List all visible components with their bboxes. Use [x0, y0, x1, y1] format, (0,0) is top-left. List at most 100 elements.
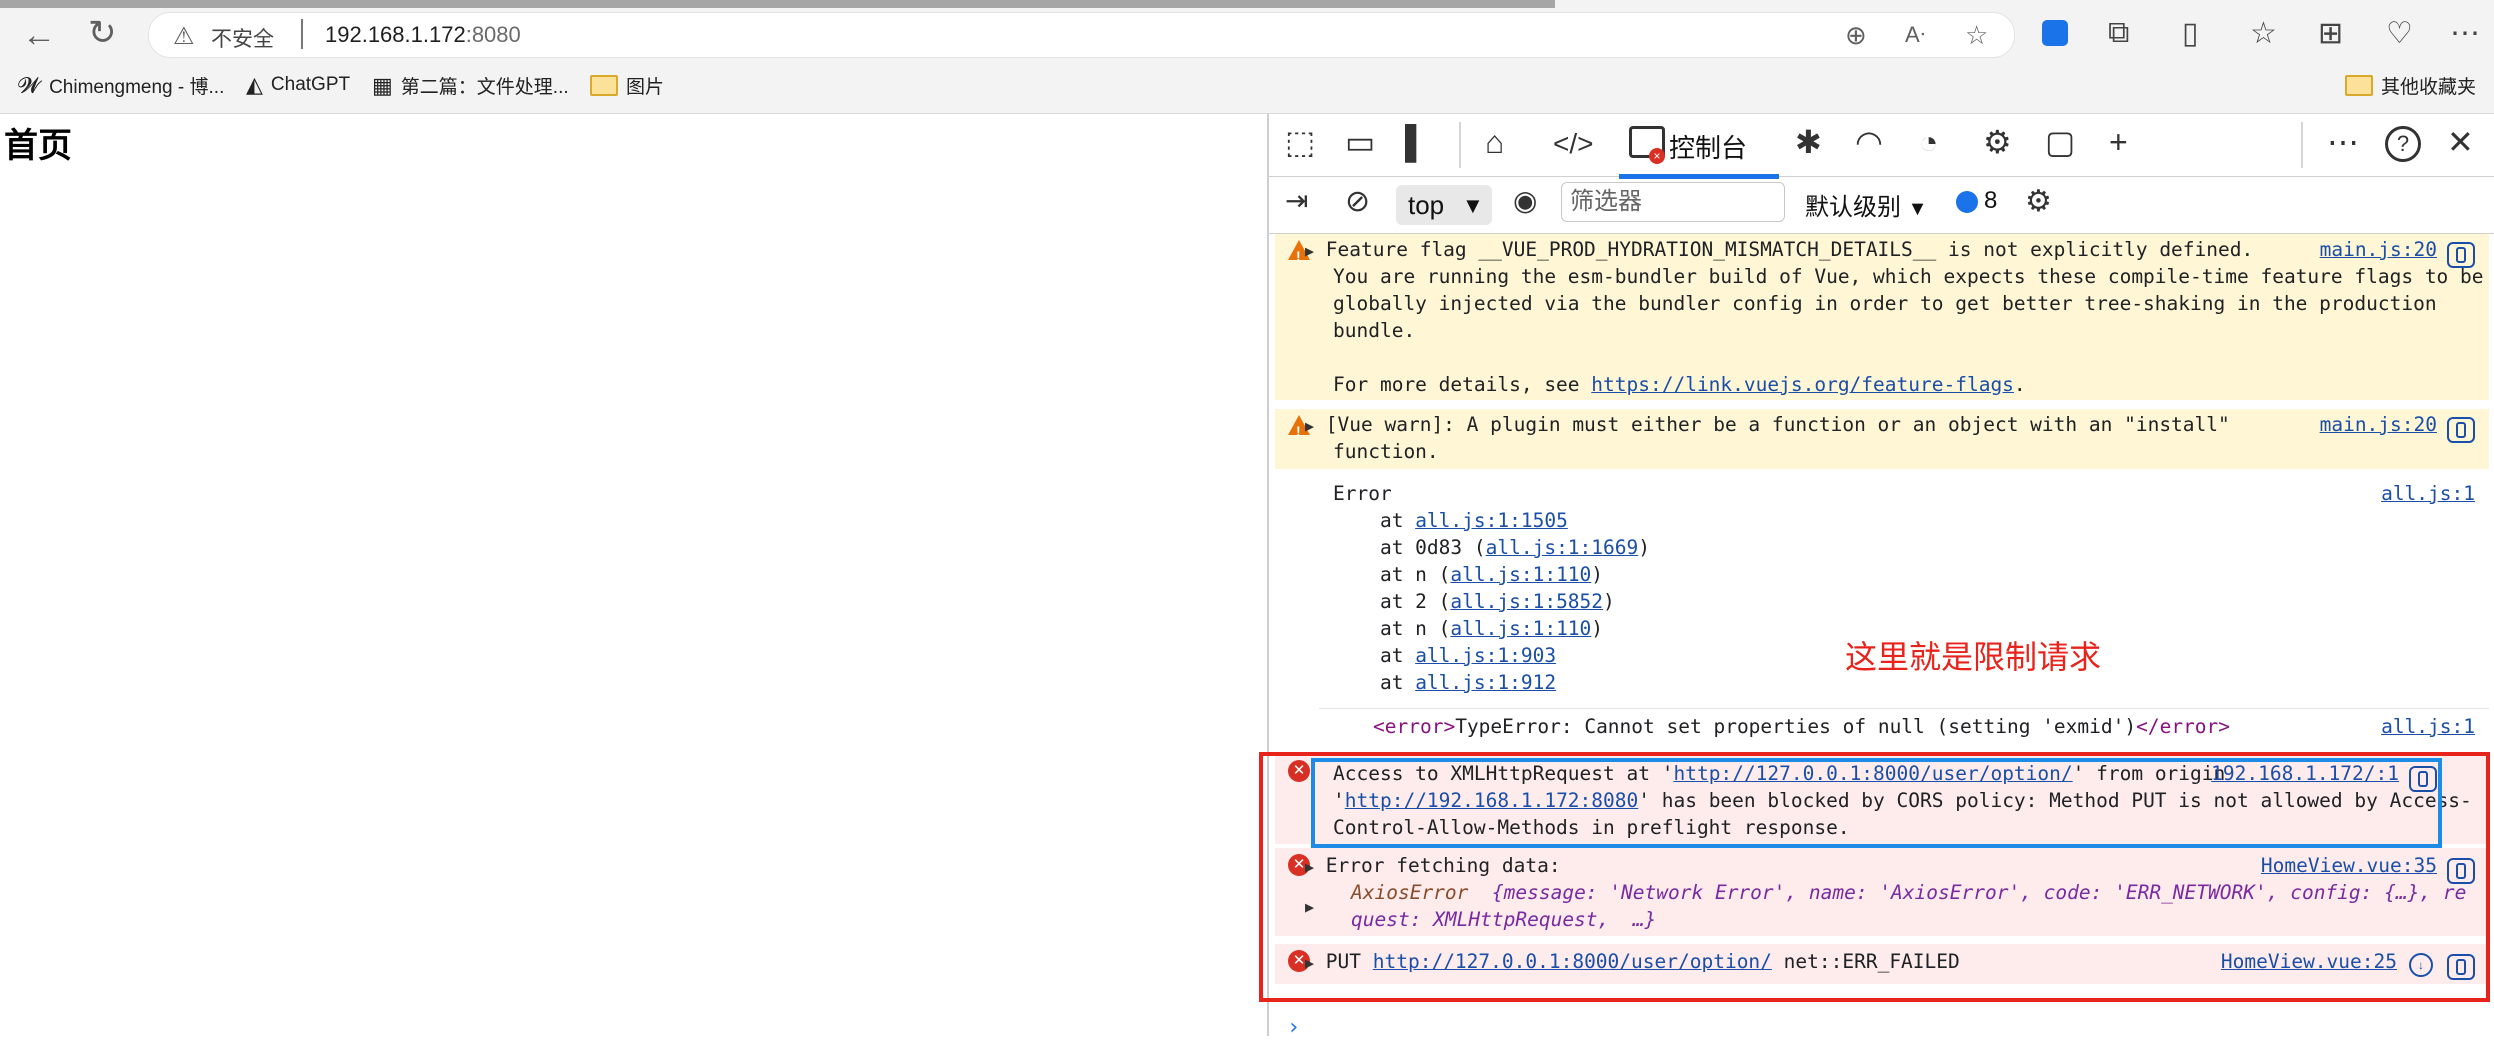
reload-icon[interactable]: ↻ [88, 16, 117, 50]
stack-frame-link[interactable]: all.js:1:5852 [1450, 590, 1603, 613]
browser-essentials-icon[interactable]: ♡ [2386, 16, 2413, 51]
text: ) [1591, 617, 1604, 640]
browser-toolbar: ← ↻ ⚠ 不安全 192.168.1.172:8080 ⊕ Aᐧ ☆ ⧉ ▯ … [0, 0, 2494, 114]
help-icon[interactable]: ? [2385, 126, 2421, 162]
annotation-text: 这里就是限制请求 [1845, 638, 2102, 676]
stack-frame: at all.js:1:1505 [1333, 507, 1568, 534]
stack-frame-link[interactable]: all.js:1:1505 [1415, 509, 1568, 532]
filter-input[interactable] [1561, 182, 1785, 222]
warning-line: bundle. [1333, 319, 1416, 342]
log-level-select[interactable]: 默认级别 ▼ [1805, 187, 1927, 222]
folder-icon [2345, 75, 2373, 96]
text: ) [1591, 563, 1604, 586]
warning-line: For more details, see https://link.vuejs… [1333, 371, 2026, 398]
performance-gauge-icon[interactable]: ◔ [1919, 126, 1938, 158]
address-bar[interactable]: ⚠ 不安全 192.168.1.172:8080 ⊕ Aᐧ ☆ [148, 12, 2015, 58]
warning-text[interactable]: ▶ [Vue warn]: A plugin must either be a … [1305, 411, 2230, 440]
tab-console-label: 控制台 [1669, 133, 1748, 163]
more-menu-icon[interactable]: ⋯ [2450, 16, 2480, 51]
error-title: Error [1333, 482, 1392, 505]
settings-gear-icon[interactable]: ⚙ [2025, 187, 2052, 217]
source-link[interactable]: all.js:1 [2381, 480, 2475, 507]
source-link[interactable]: main.js:20 [2320, 236, 2437, 263]
text: at [1333, 509, 1416, 532]
sources-bug-icon[interactable]: ✱ [1795, 126, 1822, 158]
profile-app-icon[interactable] [2042, 20, 2068, 46]
sidebar-toggle-icon[interactable]: ⇥ [1285, 187, 1308, 215]
tab-strip-line [0, 0, 1555, 8]
address-separator [301, 19, 303, 49]
expand-triangle-icon[interactable]: ▶ [1305, 242, 1314, 260]
bookmark-label: 第二篇：文件处理... [400, 77, 569, 98]
tab-console[interactable]: × 控制台 [1619, 114, 1779, 179]
bird-logo-icon: 𝓦 [18, 72, 42, 98]
folder-icon [590, 75, 618, 96]
device-emulation-icon[interactable]: ▭ [1345, 126, 1375, 158]
bookmark-item[interactable]: ▦ 第二篇：文件处理... [372, 72, 569, 99]
log-level-label: 默认级别 [1805, 194, 1901, 221]
stack-frame-link[interactable]: all.js:1:903 [1415, 644, 1556, 667]
console-prompt-caret[interactable]: › [1287, 1014, 1300, 1041]
caret-down-icon: ▼ [1907, 198, 1928, 220]
other-bookmarks[interactable]: 其他收藏夹 [2345, 72, 2476, 99]
divider [2301, 122, 2303, 168]
expand-triangle-icon[interactable]: ▶ [1305, 417, 1314, 435]
dock-side-icon[interactable]: ▌ [1405, 126, 1428, 158]
bookmark-label: ChatGPT [270, 74, 351, 95]
warning-text[interactable]: ▶ Feature flag __VUE_PROD_HYDRATION_MISM… [1305, 236, 2253, 265]
more-options-icon[interactable]: ⋯ [2327, 126, 2359, 158]
source-link[interactable]: main.js:20 [2320, 411, 2437, 438]
network-wifi-icon[interactable]: ◠ [1855, 126, 1883, 158]
copilot-explain-icon[interactable] [2447, 417, 2475, 443]
welcome-home-icon[interactable]: ⌂ [1485, 126, 1504, 158]
console-typeerror: <error>TypeError: Cannot set properties … [1275, 711, 2489, 741]
zoom-icon[interactable]: ⊕ [1845, 20, 1867, 51]
console-warning: ! ▶ Feature flag __VUE_PROD_HYDRATION_MI… [1275, 234, 2489, 400]
stack-frame-link[interactable]: all.js:1:912 [1415, 671, 1556, 694]
divider [1319, 708, 2489, 709]
stack-frame-link[interactable]: all.js:1:1669 [1486, 536, 1639, 559]
inspect-element-icon[interactable]: ⬚ [1285, 126, 1315, 158]
application-icon[interactable]: ▢ [2045, 126, 2075, 158]
bookmark-item[interactable]: ◭ ChatGPT [246, 72, 350, 98]
bookmark-label: Chimengmeng - 博... [49, 77, 225, 98]
console-warning: ! ▶ [Vue warn]: A plugin must either be … [1275, 409, 2489, 469]
clear-console-icon[interactable]: ⊘ [1345, 187, 1370, 217]
favorite-star-icon[interactable]: ☆ [1965, 20, 1988, 51]
text: For more details, see [1333, 373, 1592, 396]
feature-flags-link[interactable]: https://link.vuejs.org/feature-flags [1591, 373, 2014, 396]
url-text[interactable]: 192.168.1.172:8080 [325, 22, 521, 48]
source-link[interactable]: all.js:1 [2381, 713, 2475, 740]
close-icon[interactable]: ✕ [2447, 126, 2474, 158]
split-screen-icon[interactable]: ▯ [2182, 16, 2199, 51]
stack-frame: at n (all.js:1:110) [1333, 561, 1603, 588]
text: at [1333, 671, 1416, 694]
favorites-icon[interactable]: ☆ [2250, 16, 2277, 51]
stack-frame: at n (all.js:1:110) [1333, 615, 1603, 642]
add-tab-icon[interactable]: + [2109, 126, 2128, 158]
other-bookmarks-label: 其他收藏夹 [2381, 77, 2477, 98]
devtools-tab-bar: ⬚ ▭ ▌ ⌂ </> × 控制台 ✱ ◠ ◔ ⚙ ▢ + ⋯ ? ✕ [1269, 114, 2494, 179]
bookmark-item[interactable]: 𝓦 Chimengmeng - 博... [18, 72, 224, 99]
stack-frame-link[interactable]: all.js:1:110 [1450, 563, 1591, 586]
penguin-icon: ◭ [246, 72, 263, 97]
issues-counter[interactable]: 8 [1956, 187, 1997, 215]
collections-icon[interactable]: ⊞ [2318, 16, 2343, 51]
text: at [1333, 644, 1416, 667]
url-host: 192.168.1.172 [325, 22, 466, 47]
bookmarks-bar: 𝓦 Chimengmeng - 博... ◭ ChatGPT ▦ 第二篇：文件处… [0, 66, 2494, 106]
page-title: 首页 [4, 126, 72, 166]
elements-code-icon[interactable]: </> [1553, 130, 1593, 158]
memory-chip-icon[interactable]: ⚙ [1983, 126, 2012, 158]
copilot-explain-icon[interactable] [2447, 242, 2475, 268]
extensions-icon[interactable]: ⧉ [2108, 16, 2129, 50]
bookmark-item[interactable]: 图片 [590, 72, 664, 99]
context-selector[interactable]: top ▼ [1396, 185, 1492, 225]
text: at 2 ( [1333, 590, 1451, 613]
live-expression-eye-icon[interactable]: ◉ [1513, 187, 1537, 215]
read-aloud-icon[interactable]: Aᐧ [1905, 22, 1925, 48]
stack-frame-link[interactable]: all.js:1:110 [1450, 617, 1591, 640]
back-arrow-icon[interactable]: ← [22, 18, 56, 52]
text: . [2013, 373, 2026, 396]
stack-frame: at 0d83 (all.js:1:1669) [1333, 534, 1650, 561]
